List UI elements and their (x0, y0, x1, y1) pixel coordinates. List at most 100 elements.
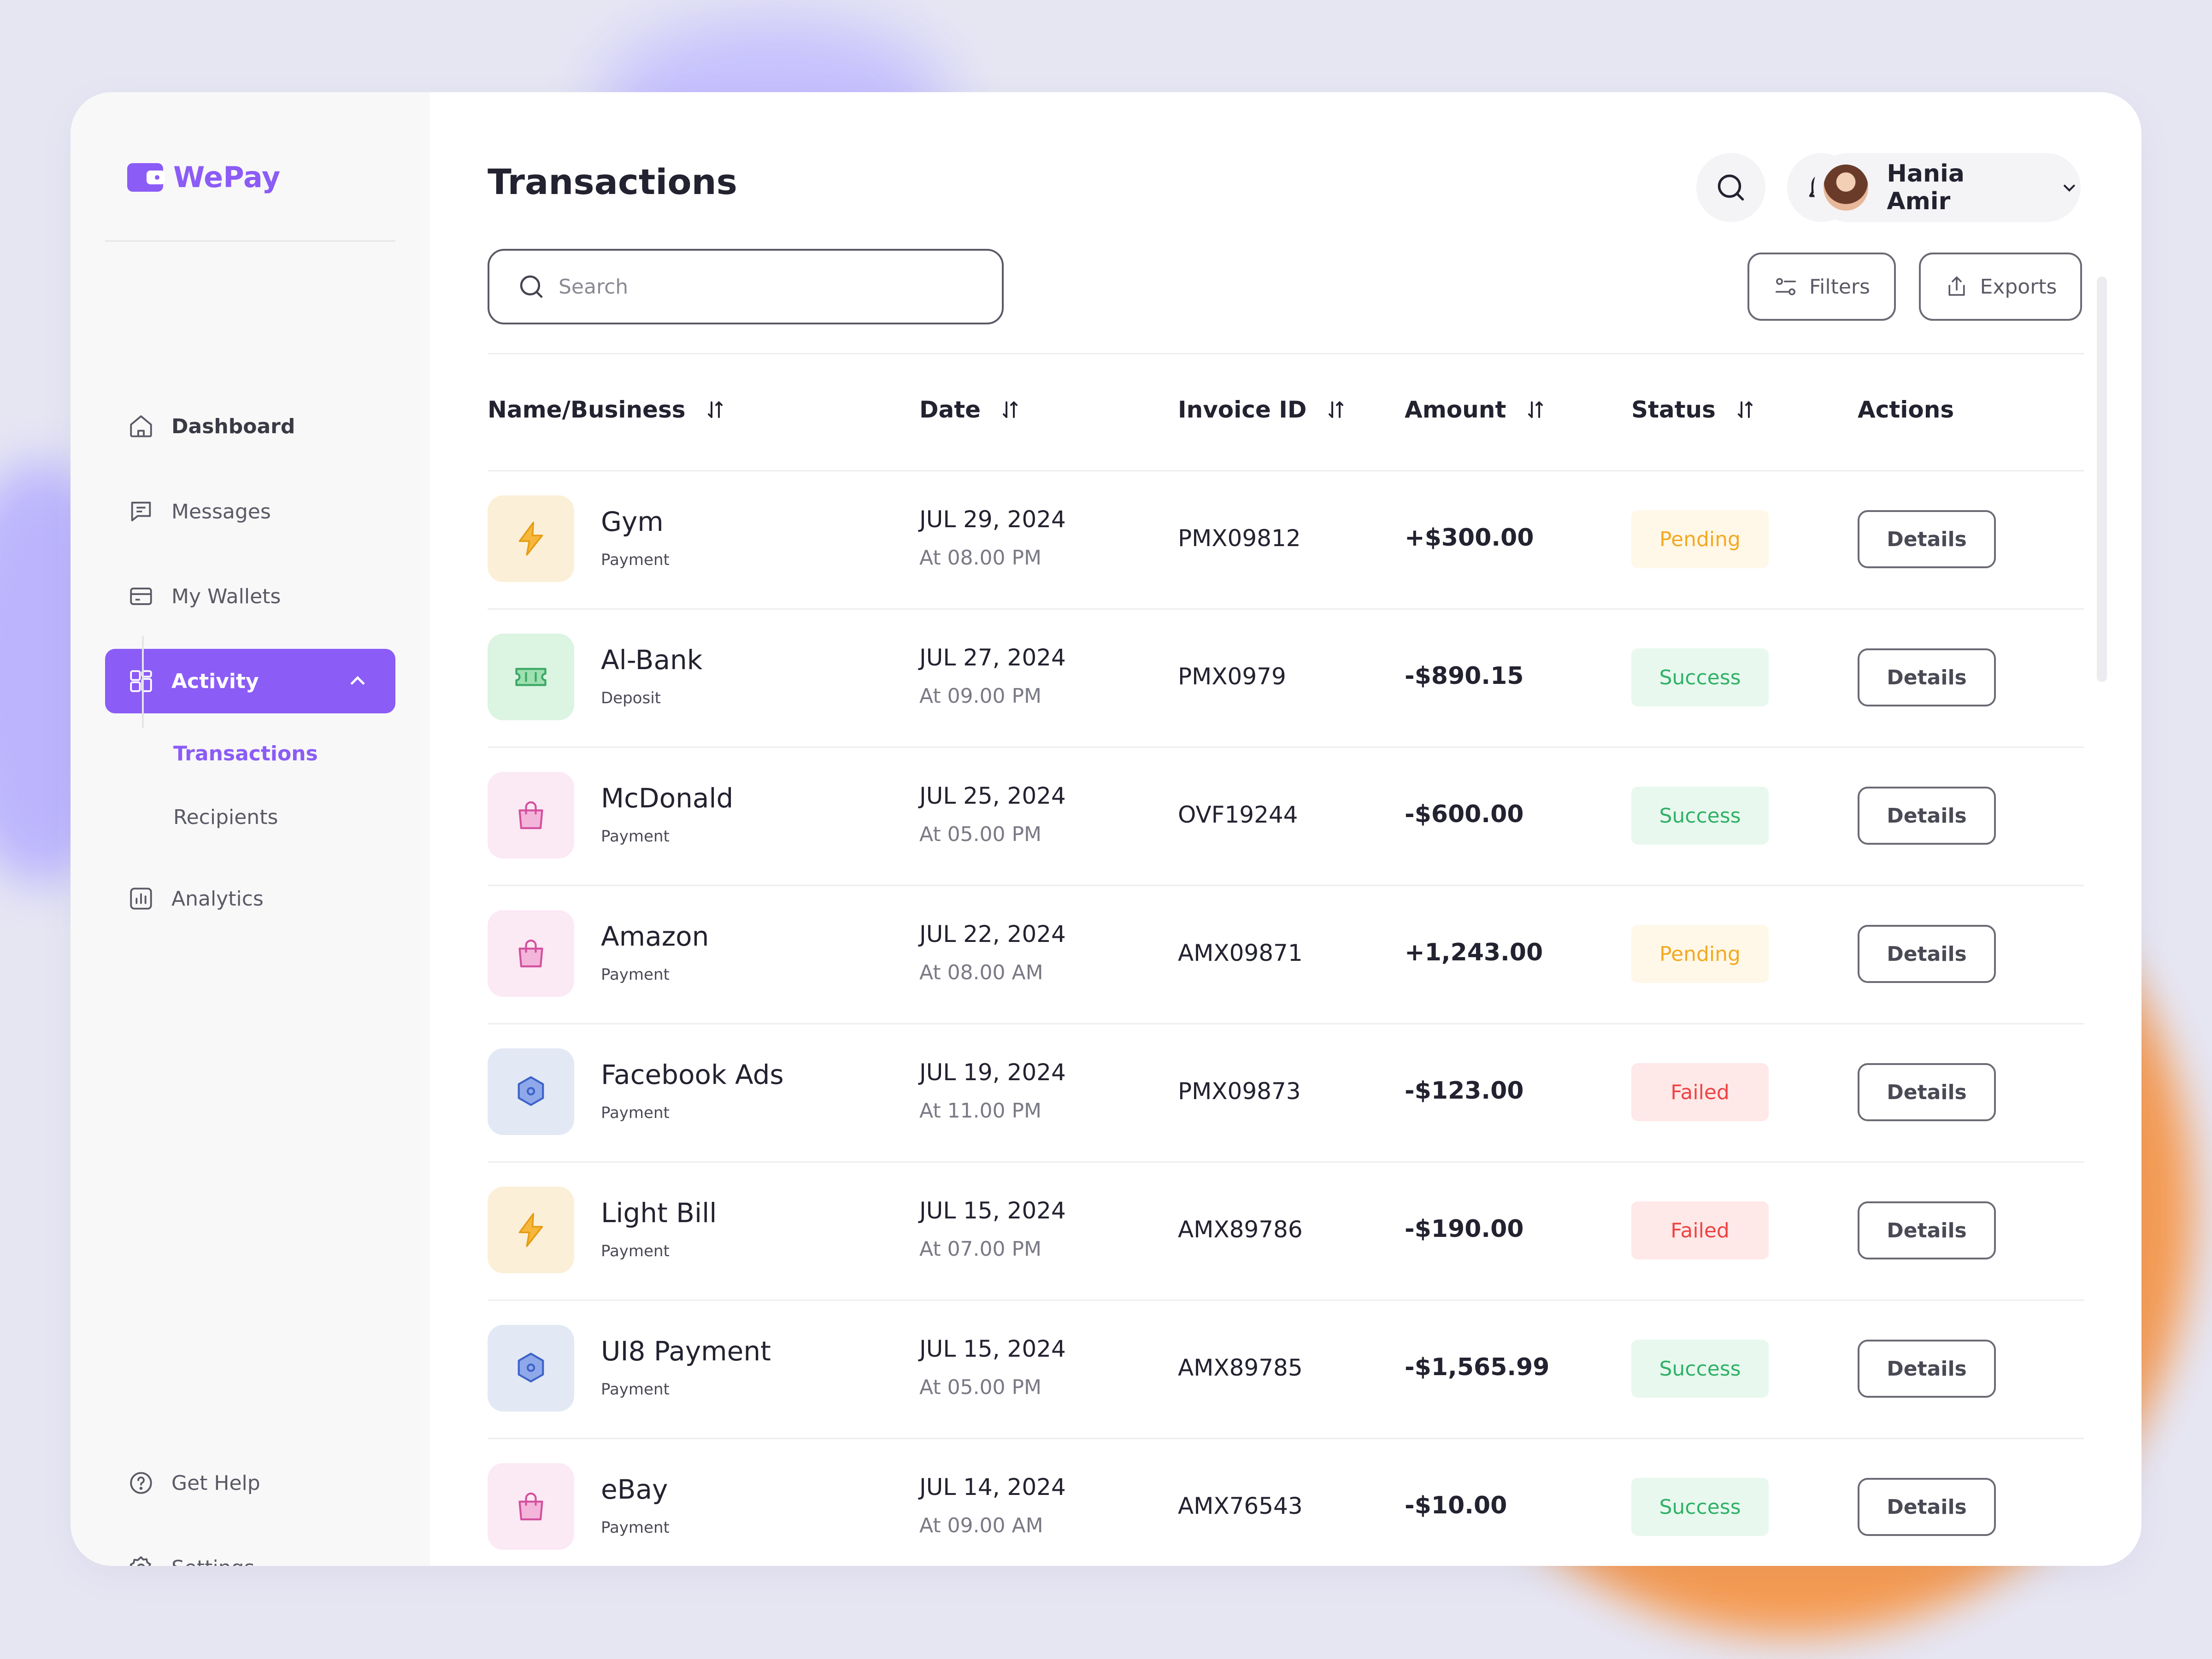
transaction-date: JUL 15, 2024 (919, 1197, 1066, 1224)
hexagon-icon (488, 1325, 574, 1412)
home-icon (127, 412, 155, 440)
transaction-time: At 05.00 PM (919, 823, 1042, 846)
row-divider (488, 608, 2084, 610)
chevron-up-icon[interactable] (344, 667, 371, 695)
sort-icon[interactable] (1524, 399, 1547, 421)
sidebar-item-label: Settings (171, 1556, 254, 1566)
wallet-icon (127, 582, 155, 610)
sidebar-subitem-recipients[interactable]: Recipients (173, 806, 278, 829)
details-button[interactable]: Details (1858, 787, 1996, 845)
transaction-date: JUL 15, 2024 (919, 1335, 1066, 1362)
invoice-id: PMX0979 (1178, 663, 1286, 690)
table-row: Facebook Ads Payment JUL 19, 2024 At 11.… (488, 1023, 2084, 1161)
message-icon (127, 498, 155, 525)
sort-icon[interactable] (1734, 399, 1756, 421)
business-name: eBay (601, 1474, 668, 1505)
search-button[interactable] (1696, 153, 1765, 222)
status-badge: Failed (1631, 1201, 1769, 1259)
transaction-date: JUL 19, 2024 (919, 1059, 1066, 1086)
transaction-type: Payment (601, 1380, 670, 1399)
user-name: Hania Amir (1887, 160, 1965, 215)
gear-icon (127, 1554, 155, 1566)
transaction-date: JUL 27, 2024 (919, 644, 1066, 671)
amount: -$190.00 (1405, 1215, 1524, 1243)
export-icon (1948, 276, 1965, 296)
help-icon (127, 1469, 155, 1497)
invoice-id: AMX89786 (1178, 1216, 1303, 1243)
sidebar-item-activity[interactable]: Activity (105, 649, 395, 713)
search-input[interactable] (558, 274, 974, 299)
column-header-actions: Actions (1858, 396, 1954, 423)
details-button[interactable]: Details (1858, 1063, 1996, 1121)
sidebar-item-get-help[interactable]: Get Help (105, 1451, 395, 1515)
toolbar-divider (488, 353, 2084, 354)
sidebar-item-label: Analytics (171, 887, 264, 911)
amount: -$10.00 (1405, 1492, 1507, 1519)
exports-button[interactable]: Exports (1919, 253, 2082, 321)
logo[interactable]: WePay (127, 160, 280, 194)
transaction-date: JUL 25, 2024 (919, 782, 1066, 809)
ticket-icon (488, 634, 574, 720)
table-row: Light Bill Payment JUL 15, 2024 At 07.00… (488, 1161, 2084, 1300)
app-window: WePay Dashboard Messages My Wallets Acti… (71, 92, 2141, 1566)
scrollbar[interactable] (2097, 276, 2107, 682)
column-header-amount: Amount (1405, 396, 1547, 423)
row-divider (488, 885, 2084, 886)
business-name: Light Bill (601, 1197, 717, 1229)
sidebar-item-analytics[interactable]: Analytics (105, 866, 395, 931)
details-button[interactable]: Details (1858, 510, 1996, 568)
sidebar-item-label: My Wallets (171, 584, 281, 608)
user-menu[interactable]: Hania Amir (1813, 153, 2081, 222)
amount: +1,243.00 (1405, 939, 1543, 966)
row-divider (488, 1300, 2084, 1301)
shopping-bag-icon (488, 910, 574, 997)
sidebar-item-dashboard[interactable]: Dashboard (105, 394, 395, 459)
amount: -$600.00 (1405, 800, 1524, 828)
sidebar-subitem-transactions[interactable]: Transactions (173, 742, 318, 765)
transaction-date: JUL 14, 2024 (919, 1474, 1066, 1500)
invoice-id: AMX09871 (1178, 940, 1303, 966)
invoice-id: PMX09812 (1178, 525, 1301, 552)
filters-label: Filters (1809, 275, 1870, 299)
filters-button[interactable]: Filters (1747, 253, 1896, 321)
details-button[interactable]: Details (1858, 1201, 1996, 1259)
status-badge: Success (1631, 787, 1769, 845)
sidebar-divider (105, 240, 395, 242)
sort-icon[interactable] (1325, 399, 1347, 421)
sort-icon[interactable] (999, 399, 1021, 421)
sidebar-item-settings[interactable]: Settings (105, 1535, 395, 1566)
sidebar-item-my-wallets[interactable]: My Wallets (105, 564, 395, 629)
business-name: Gym (601, 506, 664, 537)
transaction-type: Payment (601, 965, 670, 984)
transaction-type: Payment (601, 1104, 670, 1122)
details-button[interactable]: Details (1858, 1478, 1996, 1536)
chevron-down-icon (2064, 184, 2075, 192)
transaction-type: Payment (601, 1242, 670, 1260)
details-button[interactable]: Details (1858, 925, 1996, 983)
sort-icon[interactable] (704, 399, 726, 421)
shopping-bag-icon (488, 772, 574, 859)
transaction-time: At 05.00 PM (919, 1376, 1042, 1399)
invoice-id: AMX76543 (1178, 1493, 1303, 1519)
analytics-icon (127, 885, 155, 912)
transaction-time: At 08.00 AM (919, 961, 1043, 984)
main-content: Transactions Hania Amir Filters Exports (430, 92, 2141, 1566)
column-header-status: Status (1631, 396, 1756, 423)
column-header-invoice-id: Invoice ID (1178, 396, 1347, 423)
details-button[interactable]: Details (1858, 1340, 1996, 1398)
business-name: Amazon (601, 921, 709, 952)
status-badge: Pending (1631, 510, 1769, 568)
transaction-time: At 09.00 AM (919, 1514, 1043, 1537)
invoice-id: OVF19244 (1178, 801, 1298, 828)
table-row: McDonald Payment JUL 25, 2024 At 05.00 P… (488, 747, 2084, 885)
column-header-name: Name/Business (488, 396, 726, 423)
invoice-id: PMX09873 (1178, 1078, 1301, 1105)
filter-icon (1775, 278, 1796, 295)
amount: -$123.00 (1405, 1077, 1524, 1105)
status-badge: Pending (1631, 925, 1769, 983)
transaction-type: Payment (601, 1518, 670, 1537)
details-button[interactable]: Details (1858, 648, 1996, 706)
sidebar: WePay Dashboard Messages My Wallets Acti… (71, 92, 430, 1566)
sidebar-item-messages[interactable]: Messages (105, 479, 395, 544)
search-field[interactable] (488, 249, 1004, 324)
